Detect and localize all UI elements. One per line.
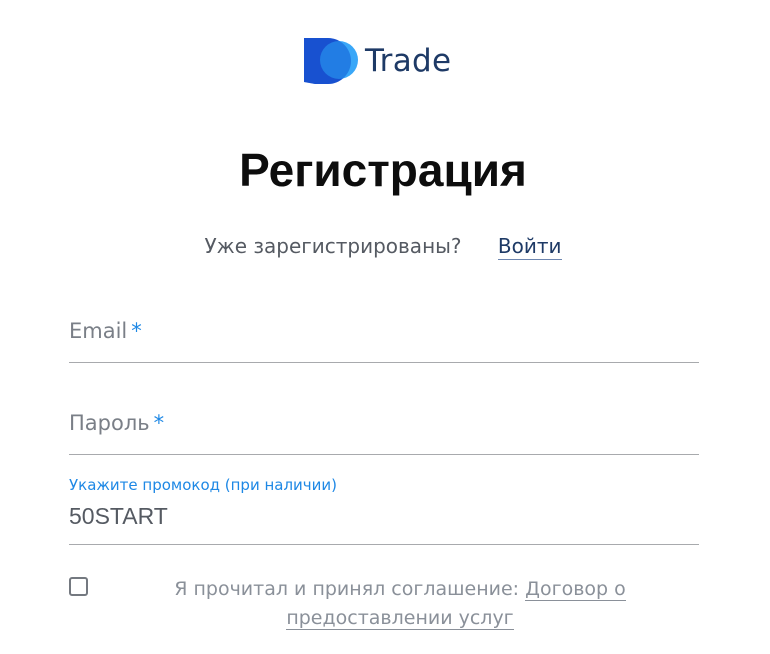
promo-code-field: Укажите промокод (при наличии) (69, 474, 699, 545)
agreement-checkbox[interactable] (69, 577, 88, 596)
password-field[interactable]: Пароль * (69, 404, 699, 455)
brand-name: Trade (365, 42, 452, 79)
page-title: Регистрация (239, 144, 527, 196)
brand-logo: Trade (303, 37, 451, 85)
agreement-label: Я прочитал и принял соглашение: (174, 578, 520, 600)
login-question: Уже зарегистрированы? (204, 234, 462, 258)
email-placeholder-text: Email (69, 319, 128, 343)
promo-code-label: Укажите промокод (при наличии) (69, 476, 338, 494)
po-logo-icon (304, 38, 358, 84)
email-placeholder: Email * (69, 319, 142, 343)
login-link[interactable]: Войти (497, 234, 562, 260)
password-placeholder-text: Пароль (69, 411, 150, 435)
login-prompt: Уже зарегистрированы? Войти (0, 232, 766, 260)
agreement-text: Я прочитал и принял соглашение: Договор … (150, 575, 650, 633)
email-field[interactable]: Email * (69, 312, 699, 363)
promo-code-input[interactable] (69, 503, 669, 530)
email-required-mark: * (131, 319, 142, 343)
password-placeholder: Пароль * (69, 411, 164, 435)
password-required-mark: * (153, 411, 165, 435)
